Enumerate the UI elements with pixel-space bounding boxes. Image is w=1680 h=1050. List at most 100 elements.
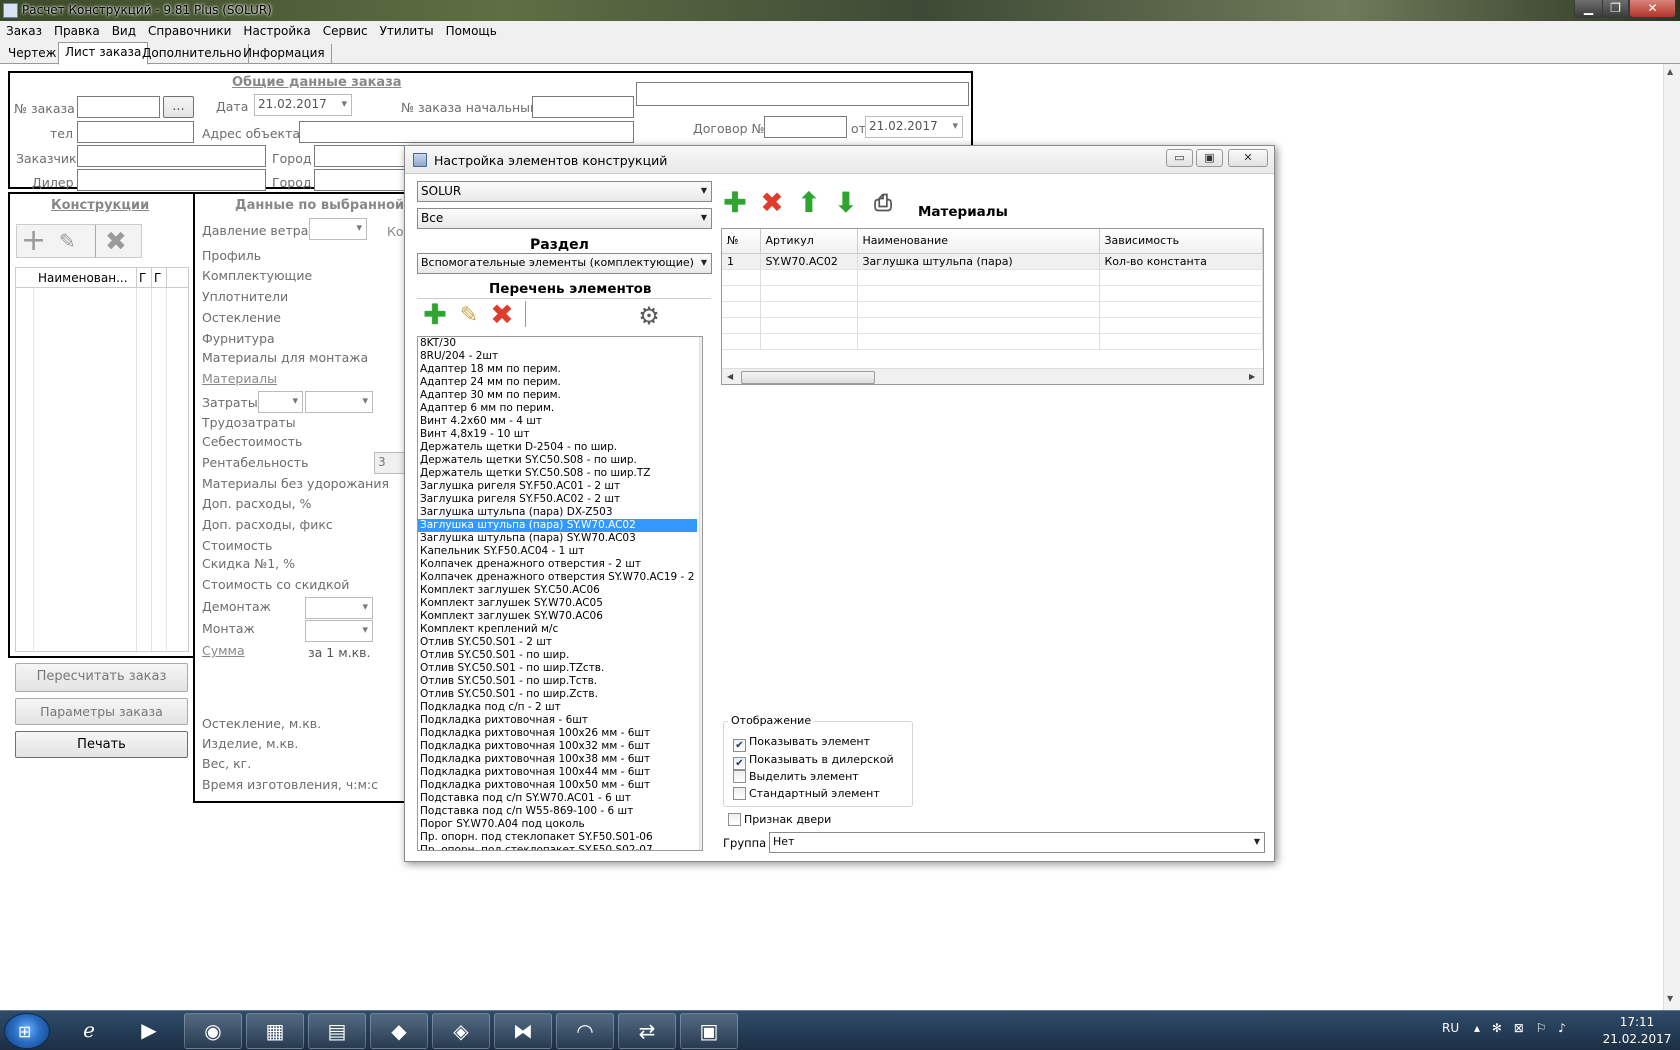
list-item[interactable]: Комплект креплений м/с (418, 623, 697, 636)
list-item[interactable]: Подкладка рихтовочная 100x26 мм - 6шт (418, 727, 697, 740)
list-item[interactable]: Пр. опорн. под стеклопакет SY.F50.S01-06 (418, 831, 697, 844)
door-sign-checkbox[interactable]: Признак двери (728, 813, 831, 827)
calculator-icon[interactable]: ▦ (246, 1013, 304, 1049)
list-item[interactable]: Адаптер 30 мм по перим. (418, 389, 697, 402)
dismantling-select[interactable] (305, 597, 373, 619)
menu-edit[interactable]: Правка (48, 21, 106, 38)
order-params-button[interactable]: Параметры заказа (15, 698, 188, 725)
materials-link[interactable]: Материалы (202, 371, 277, 386)
menu-utilities[interactable]: Утилиты (374, 21, 440, 38)
list-item[interactable]: Держатель щетки SY.C50.S08 - по шир. (418, 454, 697, 467)
checkbox-box[interactable]: ✔ (733, 757, 746, 770)
menu-help[interactable]: Помощь (440, 21, 503, 38)
scroll-thumb[interactable] (702, 354, 703, 497)
add-material-icon[interactable]: ✚ (721, 189, 749, 218)
list-item[interactable]: Комплект заглушек SY.W70.AC06 (418, 610, 697, 623)
checkbox-box[interactable] (733, 770, 746, 783)
menu-service[interactable]: Сервис (317, 21, 374, 38)
list-item[interactable]: Порог SY.W70.A04 под цоколь (418, 818, 697, 831)
start-button[interactable]: ⊞ (4, 1013, 50, 1049)
scroll-down-arrow[interactable]: ▼ (1667, 994, 1673, 1003)
table-row[interactable]: 1 SY.W70.AC02 Заглушка штульпа (пара) Ко… (722, 253, 1263, 270)
checkbox-box[interactable] (733, 787, 746, 800)
dialog-maximize-button[interactable]: ▣ (1196, 149, 1223, 167)
construction-app-icon[interactable]: ▣ (680, 1013, 738, 1049)
filter-select[interactable]: Все (417, 208, 712, 229)
checkbox-box[interactable]: ✔ (733, 739, 746, 752)
scroll-right-arrow[interactable]: ▶ (1249, 372, 1255, 381)
col-g1-header[interactable]: Г (139, 271, 146, 285)
contract-input[interactable] (764, 116, 847, 138)
list-item[interactable]: Адаптер 6 мм по перим. (418, 402, 697, 415)
constructions-table[interactable]: Наименован... Г Г (15, 267, 189, 652)
minimize-button[interactable]: ▁ (1574, 0, 1603, 18)
list-item[interactable]: Подкладка рихтовочная 100x32 мм - 6шт (418, 740, 697, 753)
contract-date-picker[interactable]: 21.02.2017 (865, 116, 963, 138)
list-item[interactable]: Отлив SY.C50.S01 - по шир.TZств. (418, 662, 697, 675)
list-item[interactable]: Подкладка рихтовочная - 6шт (418, 714, 697, 727)
order-no-browse-button[interactable]: ... (163, 96, 194, 118)
close-button[interactable]: ✕ (1629, 0, 1676, 18)
purple-app-icon[interactable]: ⧓ (494, 1013, 552, 1049)
highlight-element-checkbox[interactable]: Выделить элемент (733, 770, 859, 784)
recalc-order-button[interactable]: Пересчитать заказ (15, 663, 188, 692)
order-note-input[interactable] (636, 82, 969, 106)
list-item[interactable]: Колпачек дренажного отверстия SY.W70.AC1… (418, 571, 697, 584)
dialog-minimize-button[interactable]: ▭ (1166, 149, 1193, 167)
dealer-input[interactable] (77, 169, 266, 191)
menu-order[interactable]: Заказ (0, 21, 48, 38)
list-item[interactable]: Подкладка рихтовочная 100x50 мм - 6шт (418, 779, 697, 792)
show-in-dealer-checkbox[interactable]: ✔ Показывать в дилерской (733, 753, 894, 770)
list-item[interactable]: Винт 4,8x19 - 10 шт (418, 428, 697, 441)
printer-icon[interactable]: ⎙ (869, 191, 897, 219)
phone-input[interactable] (77, 121, 194, 143)
list-item[interactable]: Адаптер 24 мм по перим. (418, 376, 697, 389)
group-select[interactable]: Нет (769, 832, 1265, 853)
wifi-app-icon[interactable]: ◠ (556, 1013, 614, 1049)
wind-pressure-select[interactable] (309, 218, 367, 240)
explorer-icon[interactable]: ▤ (308, 1013, 366, 1049)
col-name-header[interactable]: Наименование (857, 229, 1100, 254)
list-item[interactable]: Комплект заглушек SY.W70.AC05 (418, 597, 697, 610)
list-item[interactable]: Подставка под с/п SY.W70.AC01 - 6 шт (418, 792, 697, 805)
scroll-thumb[interactable] (741, 371, 875, 384)
menu-view[interactable]: Вид (106, 21, 142, 38)
dialog-close-button[interactable]: ✕ (1228, 149, 1268, 167)
print-button[interactable]: Печать (15, 731, 188, 758)
list-item[interactable]: Подкладка под с/п - 2 шт (418, 701, 697, 714)
list-item[interactable]: Подкладка рихтовочная 100x44 мм - 6шт (418, 766, 697, 779)
gear-icon[interactable]: ⚙ (635, 303, 663, 331)
list-item[interactable]: Заглушка ригеля SY.F50.AC02 - 2 шт (418, 493, 697, 506)
tab-order-sheet[interactable]: Лист заказа (58, 42, 149, 65)
list-item[interactable]: Отлив SY.C50.S01 - 2 шт (418, 636, 697, 649)
elements-list[interactable]: 8KT/30 8RU/204 - 2шт Адаптер 18 мм по пери… (417, 336, 703, 851)
date-picker[interactable]: 21.02.2017 (254, 94, 352, 116)
city2-input[interactable] (314, 169, 414, 191)
tab-additional[interactable]: Дополнительно (136, 44, 249, 64)
customer-input[interactable] (77, 145, 266, 167)
list-item[interactable]: Отлив SY.C50.S01 - по шир.Тств. (418, 675, 697, 688)
list-item[interactable]: Колпачек дренажного отверстия - 2 шт (418, 558, 697, 571)
checkbox-box[interactable] (728, 813, 741, 826)
col-g2-header[interactable]: Г (154, 271, 161, 285)
clock-time[interactable]: 17:11 (1607, 1015, 1667, 1029)
list-item[interactable]: Отлив SY.C50.S01 - по шир. (418, 649, 697, 662)
move-up-icon[interactable]: ⬆ (795, 189, 823, 218)
orange-app-icon[interactable]: ◈ (432, 1013, 490, 1049)
menu-settings[interactable]: Настройка (237, 21, 316, 38)
col-article-header[interactable]: Артикул (760, 229, 858, 254)
tab-drawing[interactable]: Чертеж (2, 44, 64, 64)
ie-icon[interactable]: ℯ (60, 1013, 118, 1049)
list-item[interactable]: Капельник SY.F50.AC04 - 1 шт (418, 545, 697, 558)
order-no-input[interactable] (77, 96, 160, 118)
list-item[interactable]: Заглушка штульпа (пара) SY.W70.AC03 (418, 532, 697, 545)
materials-horizontal-scrollbar[interactable]: ◀ ▶ (722, 368, 1263, 384)
initial-order-input[interactable] (532, 96, 634, 118)
list-item[interactable]: Держатель щетки D-2504 - по шир. (418, 441, 697, 454)
list-item[interactable]: Держатель щетки SY.C50.S08 - по шир.TZ (418, 467, 697, 480)
language-indicator[interactable]: RU (1442, 1021, 1459, 1035)
col-name-header[interactable]: Наименован... (38, 271, 128, 285)
edit-element-icon[interactable]: ✎ (455, 303, 483, 331)
firefox-icon[interactable]: ◉ (184, 1013, 242, 1049)
list-item[interactable]: Комплект заглушек SY.C50.AC06 (418, 584, 697, 597)
